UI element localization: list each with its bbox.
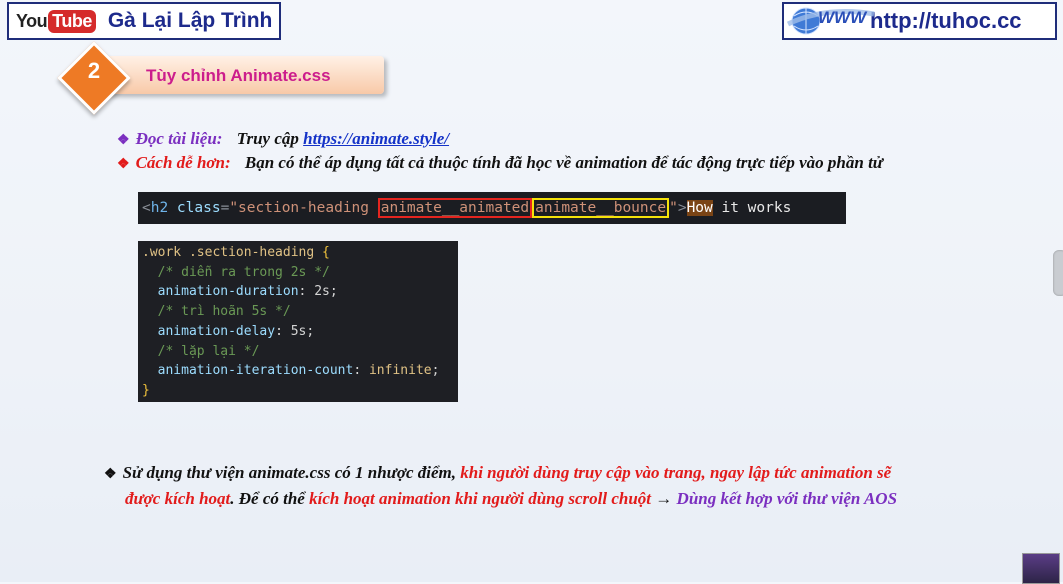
code-close-bracket: > [677, 200, 687, 216]
diamond-bullet-icon: ❖ [117, 133, 130, 148]
www-icon-text: WWW [818, 8, 868, 27]
youtube-logo: You Tube [16, 9, 96, 33]
website-box: WWW http://tuhoc.cc [782, 2, 1057, 40]
bullet-easier-way: ❖ Cách dễ hơn: Bạn có thể áp dụng tất cả … [117, 153, 883, 173]
css-line-duration: animation-duration: 2s; [157, 284, 338, 300]
class-animate-animated-highlight: animate__animated [377, 198, 533, 218]
animate-style-link[interactable]: https://animate.style/ [303, 129, 449, 148]
code-text-rest: it works [712, 200, 792, 216]
website-url: http://tuhoc.cc [870, 8, 1022, 33]
youtube-logo-you: You [16, 10, 48, 31]
note-part6: Dùng kết hợp với thư viện AOS [676, 489, 898, 508]
class-animate-bounce-highlight: animate__bounce [532, 198, 670, 218]
arrow-right-icon: → [651, 489, 677, 508]
css-line-comment1: /* diễn ra trong 2s */ [157, 264, 330, 280]
code-string-start: "section-heading [229, 200, 378, 216]
note-part1: Sử dụng thư viện animate.css có 1 nhược … [122, 463, 461, 482]
bullet-text: Bạn có thể áp dụng tất cả thuộc tính đã … [244, 153, 883, 172]
diamond-bullet-icon: ❖ [104, 467, 117, 482]
note-part4: . Để có thể [230, 489, 310, 508]
channel-brand-box: You Tube Gà Lại Lập Trình [7, 2, 281, 40]
css-line-delay: animation-delay: 5s; [157, 323, 315, 339]
bullet-text: Truy cập [236, 129, 299, 148]
css-line-iteration: animation-iteration-count: infinite; [157, 363, 440, 379]
css-code-snippet: .work .section-heading { /* diễn ra tron… [138, 241, 458, 402]
bullet-label: Cách dễ hơn: [135, 153, 231, 172]
css-line-comment2: /* trì hoãn 5s */ [157, 304, 291, 320]
aos-note: ❖ Sử dụng thư viện animate.css có 1 nhược… [104, 461, 1044, 511]
step-number: 2 [87, 58, 101, 83]
youtube-logo-tube: Tube [48, 9, 96, 33]
diamond-bullet-icon: ❖ [117, 157, 130, 172]
note-part3: được kích hoạt [125, 489, 231, 508]
html-code-snippet: < h2 class = "section-heading animate__anim… [138, 192, 846, 224]
code-string-end: " [669, 200, 678, 216]
css-line-selector: .work .section-heading { [142, 245, 330, 260]
channel-name: Gà Lại Lập Trình [107, 9, 273, 32]
step-title: Tùy chỉnh Animate.css [146, 66, 331, 85]
note-part2: khi người dùng truy cập vào trang, ngay … [460, 463, 892, 482]
css-line-close: } [142, 382, 150, 398]
note-line-1: ❖ Sử dụng thư viện animate.css có 1 nhược… [104, 461, 1044, 487]
code-attr-name: class [168, 200, 221, 216]
code-open-bracket: < [142, 200, 151, 216]
side-panel-handle[interactable] [1053, 250, 1063, 296]
note-part5: kích hoạt animation khi người dùng scrol… [309, 489, 652, 508]
css-line-comment3: /* lặp lại */ [157, 343, 260, 359]
bullet-label: Đọc tài liệu: [135, 129, 223, 148]
note-line-2: được kích hoạt. Để có thể kích hoạt anim… [104, 487, 1044, 511]
avatar[interactable] [1022, 553, 1060, 584]
code-tag-name: h2 [150, 200, 169, 216]
globe-www-icon: WWW [786, 4, 876, 38]
code-equals: = [220, 200, 230, 216]
code-text-highlight: How [686, 200, 713, 216]
bullet-read-docs: ❖ Đọc tài liệu: Truy cập https://animate.… [117, 129, 449, 149]
